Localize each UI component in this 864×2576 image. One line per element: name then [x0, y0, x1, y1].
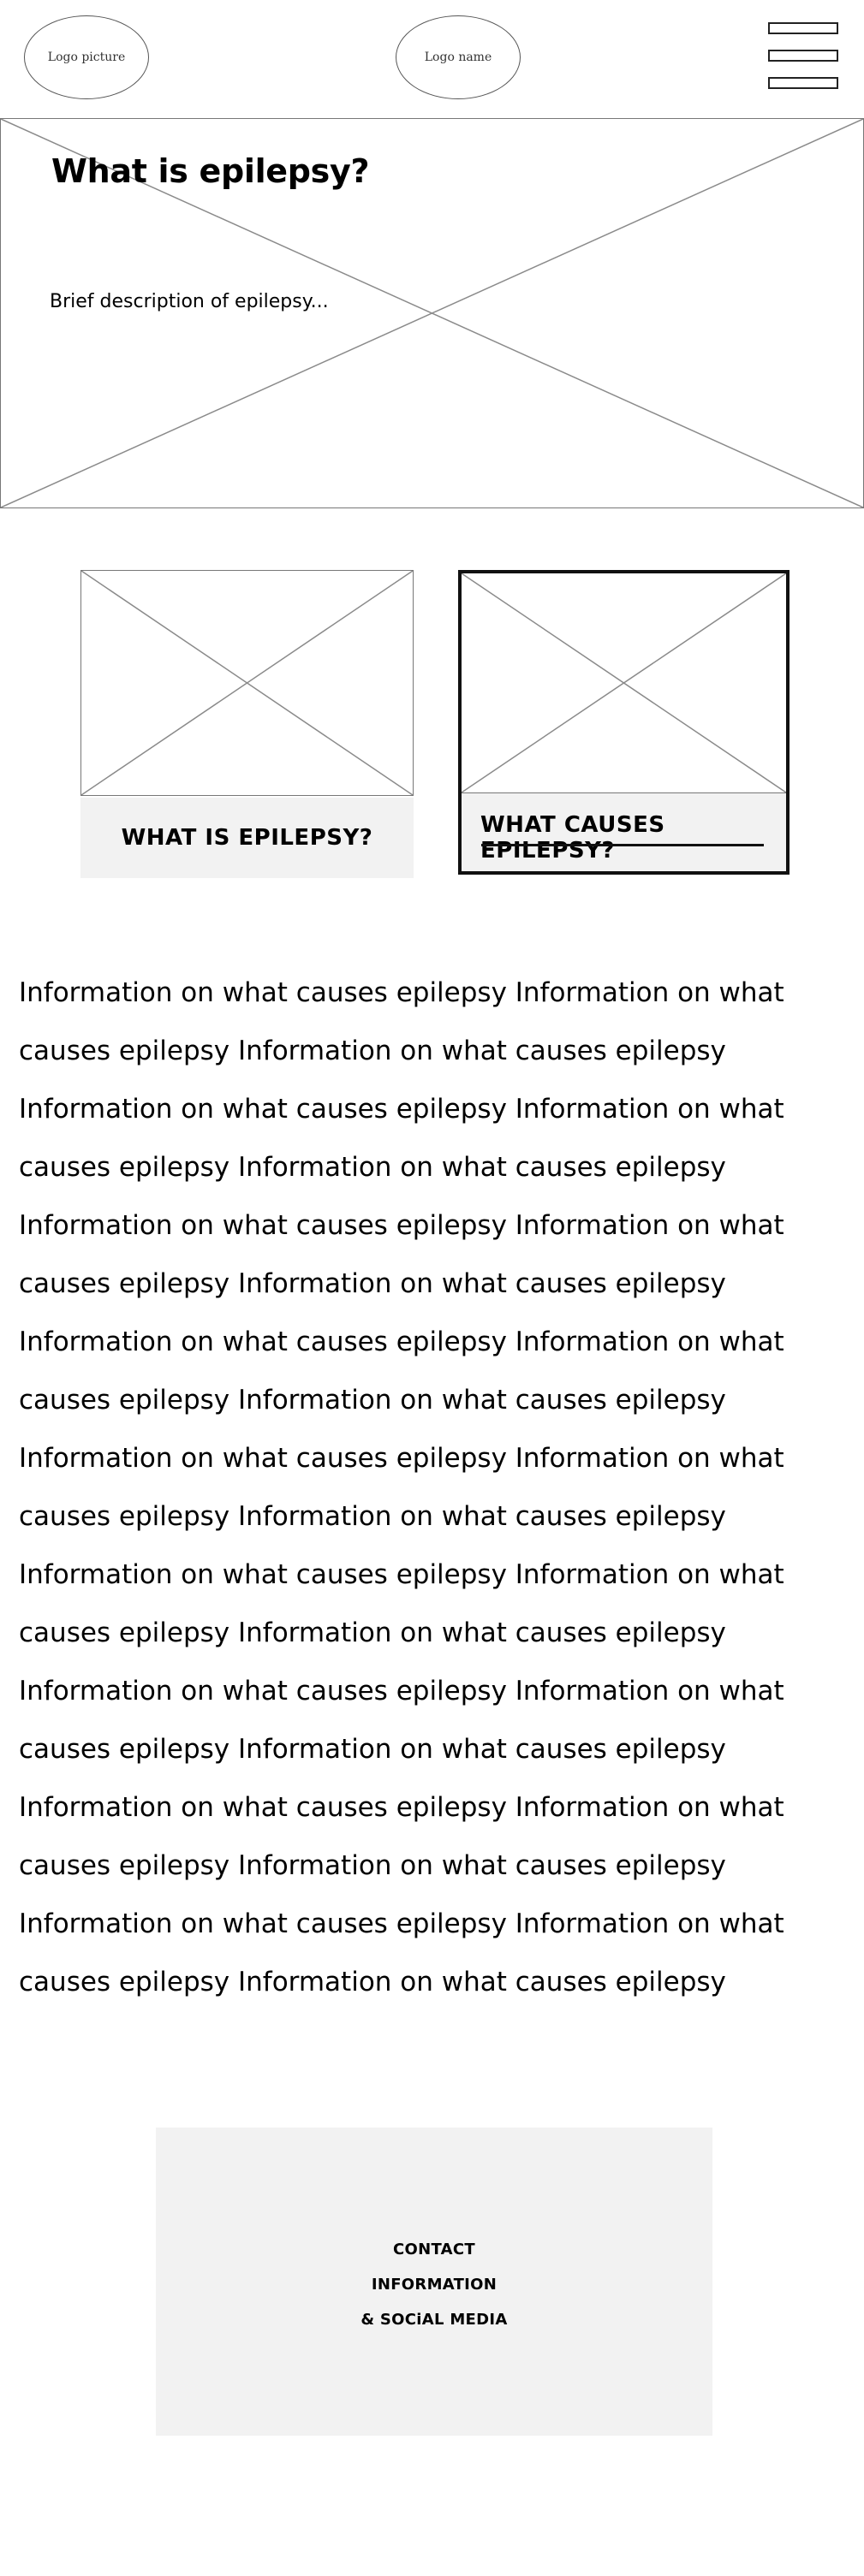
- logo-picture-label: Logo picture: [47, 50, 126, 64]
- hero-description: Brief description of epilepsy...: [50, 291, 329, 312]
- menu-bar-middle: [768, 50, 838, 62]
- menu-bar-top: [768, 22, 838, 34]
- info-paragraph: Information on what causes epilepsy Info…: [19, 1792, 784, 1881]
- info-paragraph: Information on what causes epilepsy Info…: [19, 1094, 784, 1183]
- logo-name[interactable]: Logo name: [396, 15, 521, 99]
- info-paragraph: Information on what causes epilepsy Info…: [19, 1327, 784, 1416]
- info-paragraph: Information on what causes epilepsy Info…: [19, 1210, 784, 1299]
- info-paragraph: Information on what causes epilepsy Info…: [19, 977, 784, 1066]
- footer-contact-link[interactable]: CONTACT: [156, 2232, 712, 2267]
- footer-contact-box: CONTACT INFORMATION & SOCiAL MEDIA: [156, 2128, 712, 2436]
- info-paragraph: Information on what causes epilepsy Info…: [19, 1908, 784, 1997]
- logo-picture[interactable]: Logo picture: [24, 15, 149, 99]
- footer-social-media-link[interactable]: & SOCiAL MEDIA: [156, 2302, 712, 2337]
- active-underline: [481, 844, 764, 846]
- info-paragraph: Information on what causes epilepsy Info…: [19, 1443, 784, 1532]
- placeholder-cross-icon: [81, 571, 413, 795]
- card-label-box: WHAT IS EPILEPSY?: [80, 798, 414, 878]
- info-paragraph: Information on what causes epilepsy Info…: [19, 1676, 784, 1765]
- hamburger-menu-icon[interactable]: [768, 22, 838, 92]
- menu-bar-bottom: [768, 77, 838, 89]
- card-label: WHAT IS EPILEPSY?: [121, 825, 373, 851]
- card-image-placeholder: [80, 570, 414, 796]
- info-section: Information on what causes epilepsy Info…: [19, 964, 841, 2011]
- footer-information-link[interactable]: INFORMATION: [156, 2267, 712, 2302]
- hero-title: What is epilepsy?: [51, 152, 370, 190]
- active-card-border: [458, 570, 790, 875]
- info-paragraph: Information on what causes epilepsy Info…: [19, 1559, 784, 1648]
- logo-name-label: Logo name: [424, 50, 492, 64]
